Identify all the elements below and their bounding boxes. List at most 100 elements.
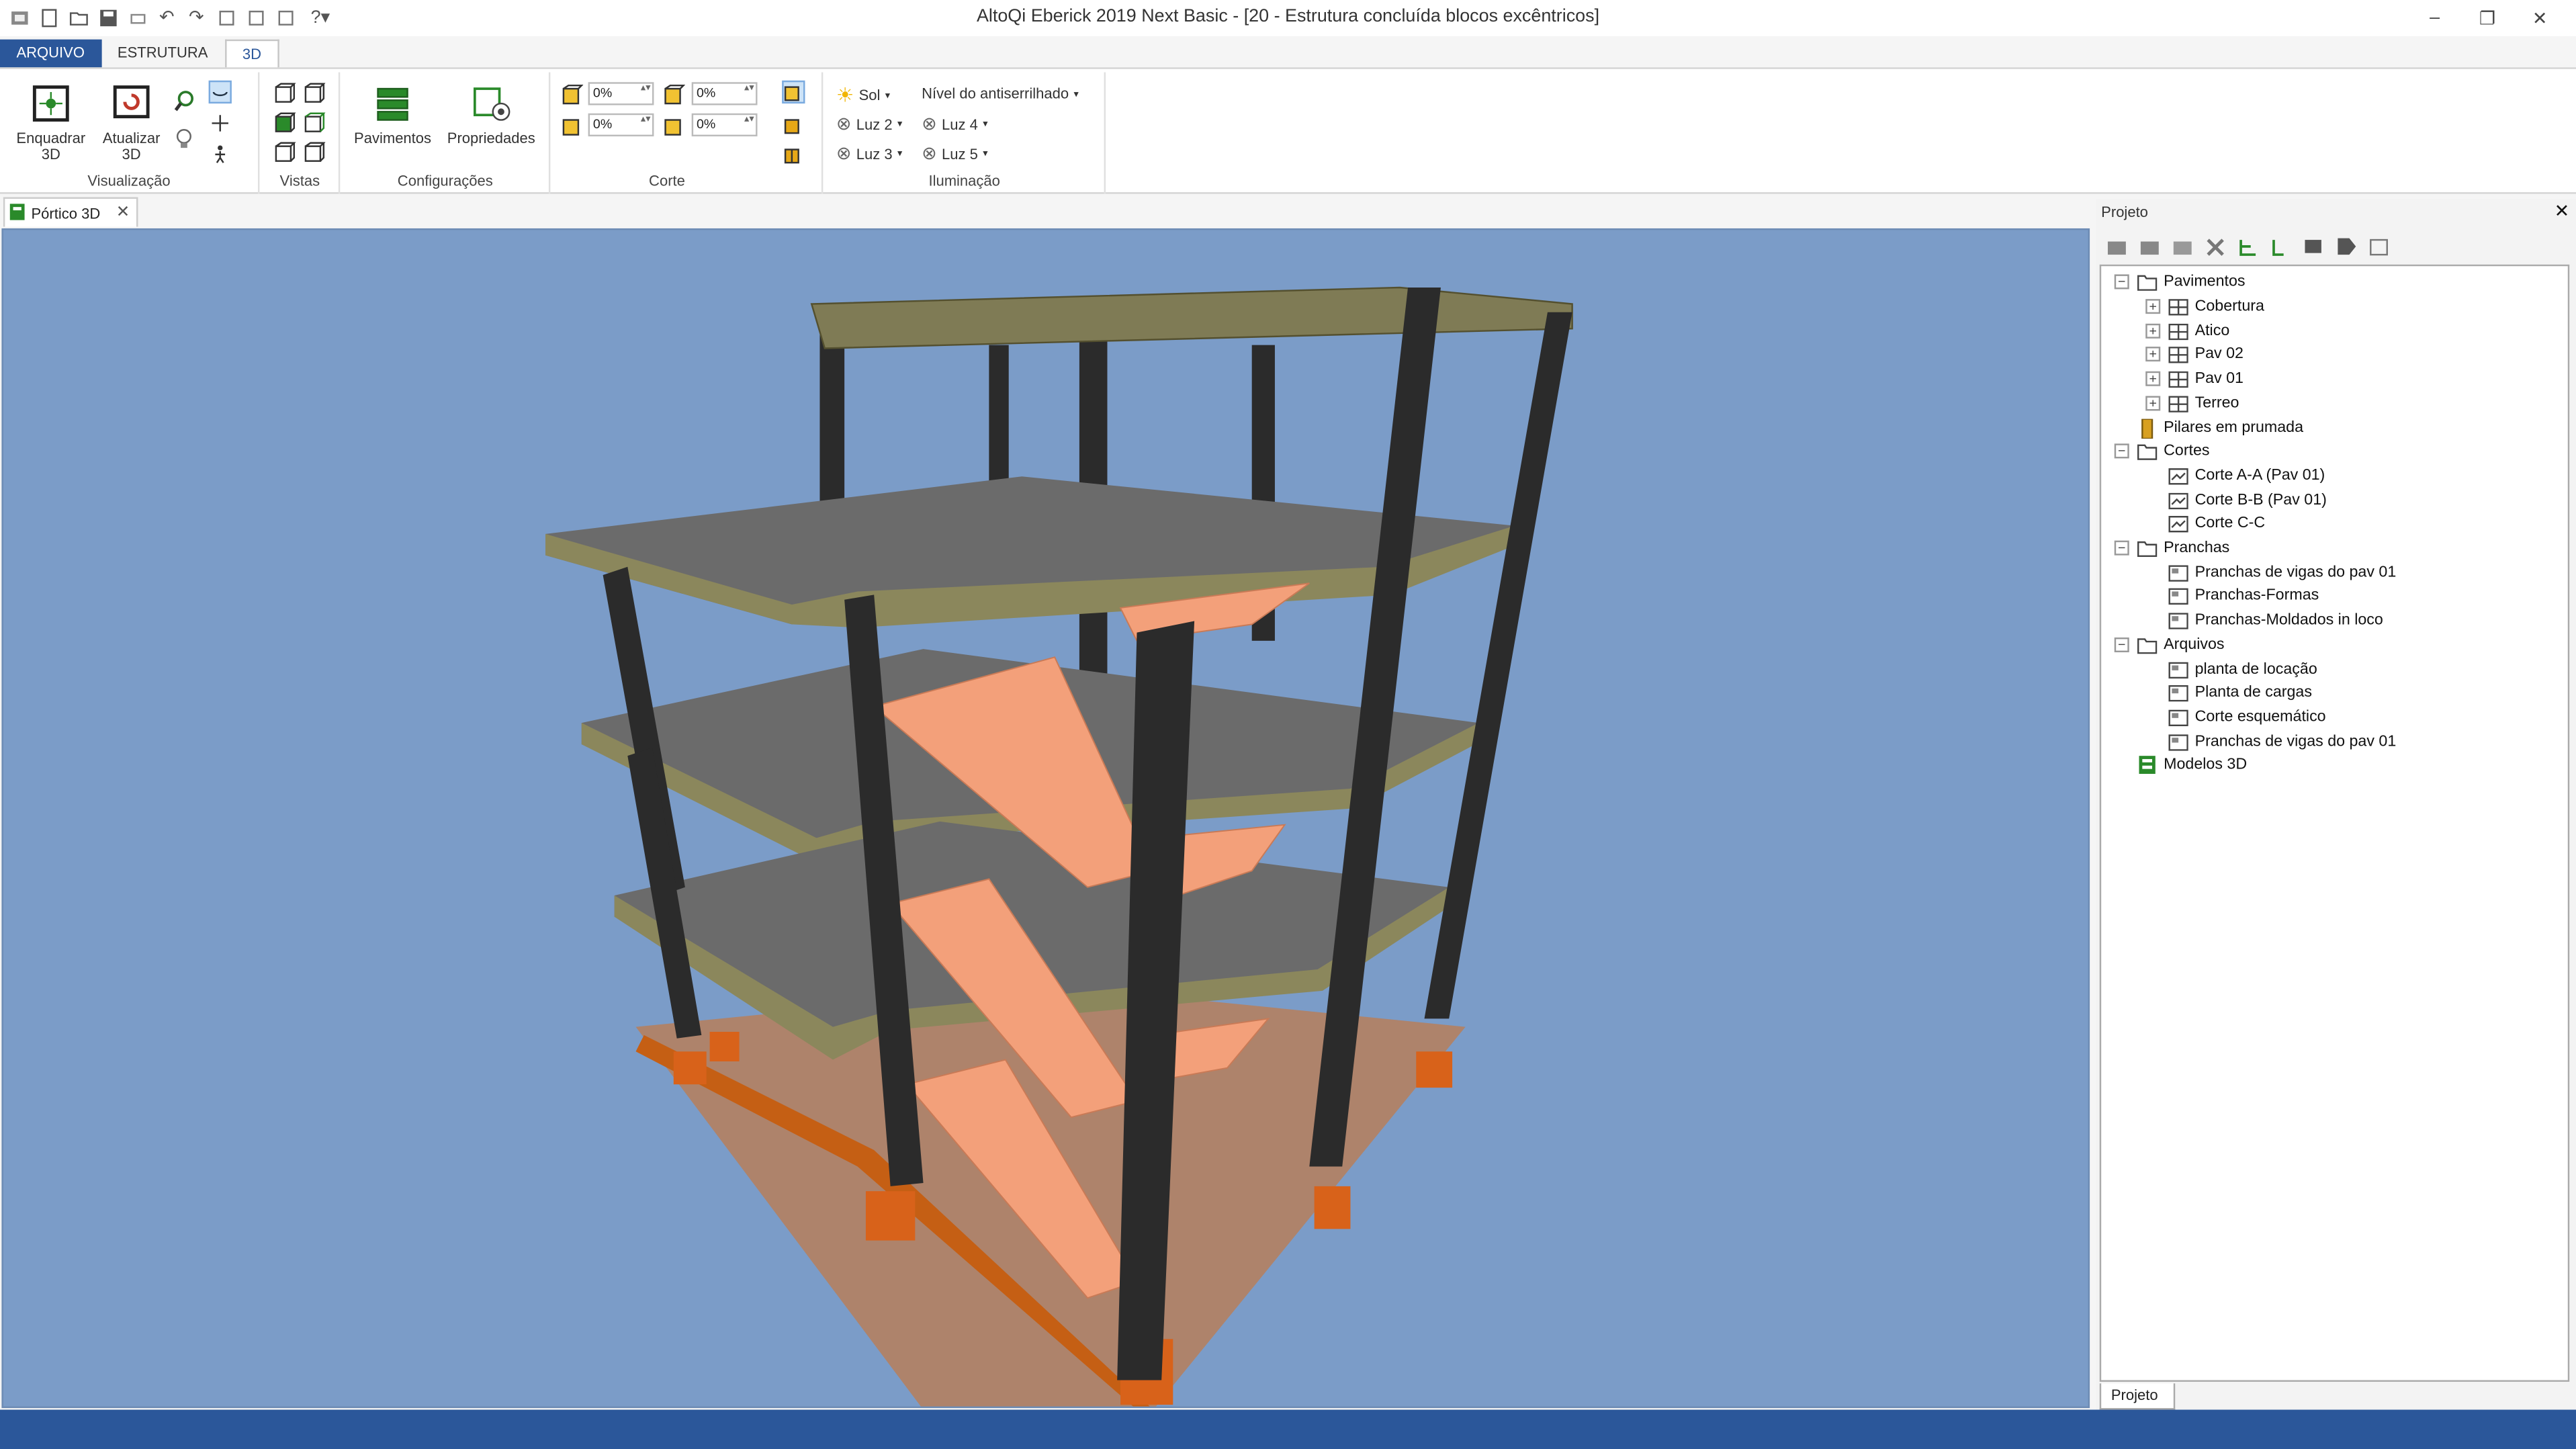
tree-node-pranchas[interactable]: − Pranchas: [2114, 539, 2229, 557]
pavimentos-button[interactable]: Pavimentos: [351, 82, 433, 146]
help-icon[interactable]: ?▾: [302, 5, 339, 30]
tree-node-modelos-3d[interactable]: Modelos 3D: [2136, 756, 2247, 774]
tree-node-atico[interactable]: + Atico: [2145, 322, 2229, 340]
cut-y-icon[interactable]: [662, 82, 685, 105]
light-bulb-icon[interactable]: [173, 126, 195, 149]
cut-toggle-icon[interactable]: [782, 80, 805, 104]
close-tab-icon[interactable]: ✕: [116, 204, 130, 222]
atualizar-3d-button[interactable]: Atualizar 3D: [93, 82, 169, 163]
tool-import-icon[interactable]: [2168, 233, 2196, 261]
cut-w-input[interactable]: 0%: [691, 113, 758, 137]
sol-dropdown[interactable]: ☀ Sol ▾: [836, 84, 890, 107]
redo-icon[interactable]: ↷: [184, 5, 209, 30]
view-back-icon[interactable]: [302, 81, 325, 103]
tab-arquivo[interactable]: ARQUIVO: [0, 39, 101, 69]
tab-3d[interactable]: 3D: [224, 39, 279, 69]
walk-icon[interactable]: [209, 143, 232, 166]
view-top-icon[interactable]: [273, 140, 296, 163]
luz3-dropdown[interactable]: ⊗ Luz 3 ▾: [836, 143, 902, 164]
tool-icon[interactable]: [214, 5, 238, 30]
luz4-dropdown[interactable]: ⊗ Luz 4 ▾: [922, 114, 987, 134]
antiserrilhado-dropdown[interactable]: Nível do antiserrilhado ▾: [922, 85, 1079, 101]
tree-node-arquivo-vigas[interactable]: Pranchas de vigas do pav 01: [2167, 733, 2396, 751]
doc-tab-portico-3d[interactable]: Pórtico 3D ✕: [3, 197, 138, 227]
project-panel: Projeto ✕ − Pavimentos + Cobertura + Ati…: [2096, 198, 2576, 1410]
tree-node-pav02[interactable]: + Pav 02: [2145, 345, 2244, 363]
node-label: Corte A-A (Pav 01): [2194, 466, 2325, 485]
tree-node-planta-cargas[interactable]: Planta de cargas: [2167, 683, 2312, 701]
new-file-icon[interactable]: [36, 5, 61, 30]
expand-icon[interactable]: +: [2145, 396, 2161, 411]
pan-icon[interactable]: [209, 112, 232, 134]
panel-tab-projeto[interactable]: Projeto: [2099, 1383, 2176, 1410]
tree-node-pranchas-formas[interactable]: Pranchas-Formas: [2167, 586, 2319, 605]
tree-node-cortes[interactable]: − Cortes: [2114, 442, 2210, 460]
tree-expand-icon[interactable]: [2234, 233, 2262, 261]
view-right-icon[interactable]: [302, 110, 325, 133]
cut-z-icon[interactable]: [560, 114, 583, 136]
tree-node-planta-locacao[interactable]: planta de locação: [2167, 660, 2317, 678]
cut-z-input[interactable]: 0%: [588, 113, 654, 137]
tree-node-pranchas-moldados[interactable]: Pranchas-Moldados in loco: [2167, 611, 2383, 629]
close-icon[interactable]: ✕: [2514, 3, 2566, 33]
enquadrar-3d-button[interactable]: Enquadrar 3D: [13, 82, 89, 163]
tree-node-pilares[interactable]: Pilares em prumada: [2136, 418, 2303, 438]
delete-icon[interactable]: [2201, 233, 2229, 261]
tree-collapse-icon[interactable]: [2267, 233, 2295, 261]
tree-node-arquivos[interactable]: − Arquivos: [2114, 636, 2225, 654]
close-panel-icon[interactable]: ✕: [2555, 200, 2570, 222]
collapse-icon[interactable]: −: [2114, 443, 2129, 459]
group-corte: 0% 0% 0% 0% Corte: [552, 72, 824, 194]
tool-icon[interactable]: [273, 5, 298, 30]
expand-icon[interactable]: +: [2145, 347, 2161, 362]
tree-node-corte-cc[interactable]: Corte C-C: [2167, 515, 2265, 532]
luz5-dropdown[interactable]: ⊗ Luz 5 ▾: [922, 143, 987, 164]
collapse-icon[interactable]: −: [2114, 637, 2129, 652]
orbit-icon[interactable]: [208, 80, 232, 104]
tool-settings-icon[interactable]: [2366, 233, 2394, 261]
tree-node-pranchas-vigas[interactable]: Pranchas de vigas do pav 01: [2167, 564, 2396, 582]
node-label: planta de locação: [2194, 660, 2317, 679]
tree-node-terreo[interactable]: + Terreo: [2145, 394, 2239, 412]
expand-icon[interactable]: +: [2145, 299, 2161, 314]
app-icon[interactable]: [7, 5, 32, 30]
print-icon[interactable]: [125, 5, 150, 30]
tab-estrutura[interactable]: ESTRUTURA: [101, 40, 224, 69]
collapse-icon[interactable]: −: [2114, 274, 2129, 290]
cut-x-input[interactable]: 0%: [588, 82, 654, 105]
propriedades-button[interactable]: Propriedades: [440, 82, 542, 146]
tree-node-pav01[interactable]: + Pav 01: [2145, 369, 2244, 388]
cut-w-icon[interactable]: [662, 114, 685, 136]
tree-node-pavimentos[interactable]: − Pavimentos: [2114, 273, 2246, 291]
tool-tags-icon[interactable]: [2333, 233, 2361, 261]
expand-icon[interactable]: +: [2145, 323, 2161, 339]
cut-box-icon[interactable]: [782, 114, 805, 136]
view-left-icon[interactable]: [273, 110, 296, 133]
tree-node-corte-esquematico[interactable]: Corte esquemático: [2167, 708, 2326, 726]
open-folder-icon[interactable]: [66, 5, 91, 30]
tree-node-corte-aa[interactable]: Corte A-A (Pav 01): [2167, 467, 2325, 485]
quick-access-toolbar: ↶ ↷ ?▾: [7, 5, 339, 30]
3d-viewport[interactable]: [1, 228, 2090, 1409]
save-icon[interactable]: [95, 5, 120, 30]
tool-add-folder-icon[interactable]: [2136, 233, 2164, 261]
tool-layers-icon[interactable]: [2300, 233, 2328, 261]
ribbon-tabs: ARQUIVO ESTRUTURA 3D: [0, 39, 279, 69]
view-iso-icon[interactable]: [302, 140, 325, 163]
restore-icon[interactable]: ❐: [2461, 3, 2514, 33]
collapse-icon[interactable]: −: [2114, 540, 2129, 556]
tool-icon[interactable]: [243, 5, 268, 30]
tree-node-corte-bb[interactable]: Corte B-B (Pav 01): [2167, 491, 2327, 509]
tool-add-icon[interactable]: [2103, 233, 2131, 261]
expand-icon[interactable]: +: [2145, 371, 2161, 386]
cut-plane-icon[interactable]: [782, 143, 805, 166]
view-front-icon[interactable]: [273, 81, 296, 103]
cut-x-icon[interactable]: [560, 82, 583, 105]
properties-icon: [468, 82, 514, 125]
cut-y-input[interactable]: 0%: [691, 82, 758, 105]
tree-node-cobertura[interactable]: + Cobertura: [2145, 298, 2264, 316]
minimize-icon[interactable]: –: [2409, 3, 2461, 33]
zoom-icon[interactable]: [173, 89, 195, 112]
undo-icon[interactable]: ↶: [154, 5, 179, 30]
luz2-dropdown[interactable]: ⊗ Luz 2 ▾: [836, 114, 902, 134]
